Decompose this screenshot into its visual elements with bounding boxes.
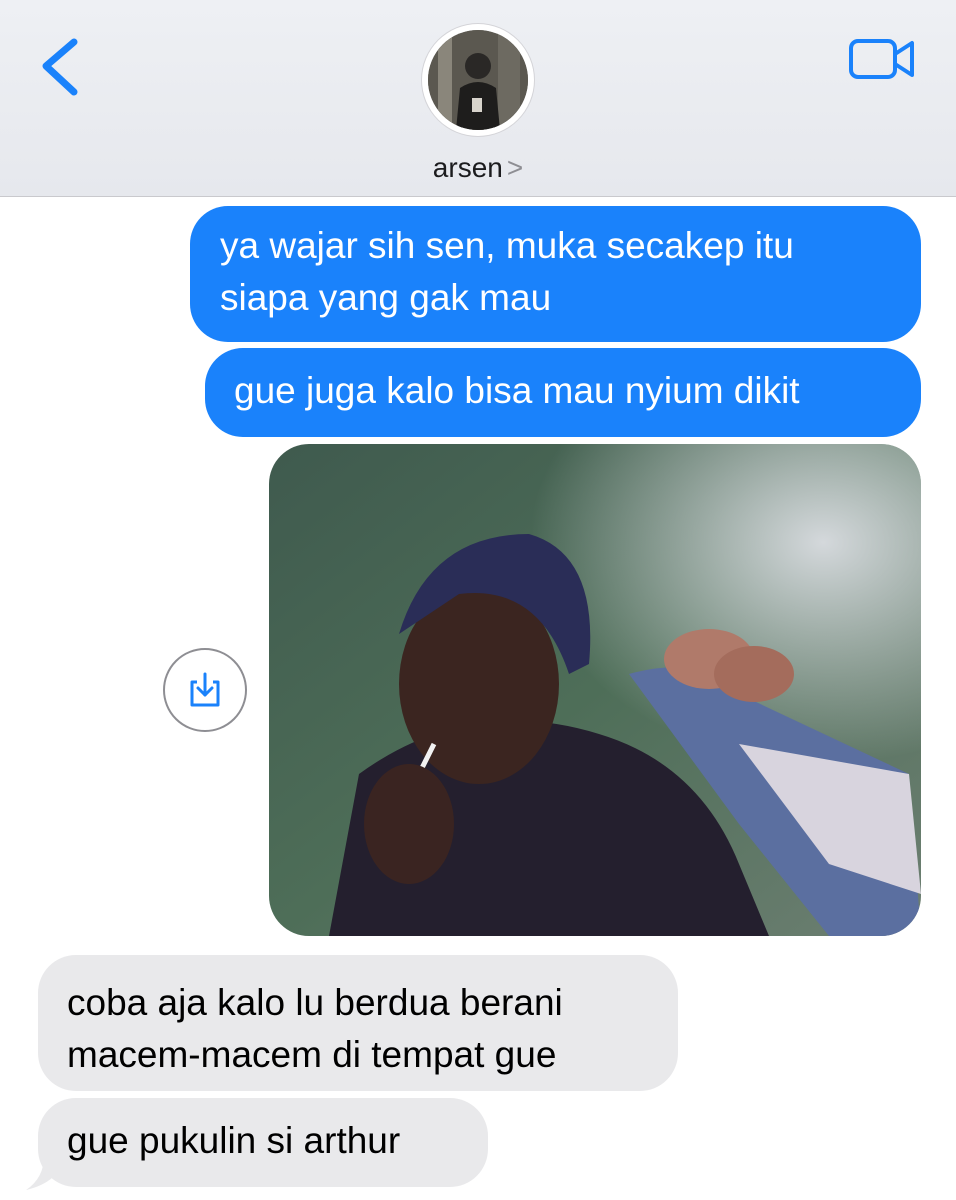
avatar xyxy=(428,30,528,130)
video-camera-icon xyxy=(849,39,914,79)
message-text-line: ya wajar sih sen, muka secakep itu xyxy=(220,225,794,266)
message-text-line: coba aja kalo lu berdua berani xyxy=(67,982,563,1023)
message-text-line: macem-macem di tempat gue xyxy=(67,1034,557,1075)
message-text-line: siapa yang gak mau xyxy=(220,277,552,318)
image-message-photo xyxy=(269,444,921,936)
back-button[interactable] xyxy=(38,36,82,100)
contact-name-button[interactable]: arsen > xyxy=(0,152,956,184)
bubble-tail xyxy=(26,1156,64,1190)
message-text-line: gue juga kalo bisa mau nyium dikit xyxy=(234,370,800,411)
message-text-line: gue pukulin si arthur xyxy=(67,1120,401,1161)
avatar-photo xyxy=(428,30,528,130)
save-download-icon xyxy=(190,672,220,707)
contact-name: arsen xyxy=(432,152,503,183)
chevron-right-icon: > xyxy=(506,152,524,183)
facetime-video-button[interactable] xyxy=(848,36,916,82)
conversation-header: arsen > xyxy=(0,0,956,197)
incoming-message-bubble[interactable]: coba aja kalo lu berdua berani macem-mac… xyxy=(38,955,678,1091)
incoming-message-bubble[interactable]: gue pukulin si arthur xyxy=(38,1098,488,1187)
contact-avatar-button[interactable] xyxy=(422,24,534,136)
save-image-button[interactable] xyxy=(163,648,247,732)
image-message[interactable] xyxy=(269,444,921,936)
chevron-left-icon xyxy=(42,38,78,96)
outgoing-message-bubble[interactable]: gue juga kalo bisa mau nyium dikit xyxy=(205,348,921,437)
outgoing-message-bubble[interactable]: ya wajar sih sen, muka secakep itu siapa… xyxy=(190,206,921,342)
